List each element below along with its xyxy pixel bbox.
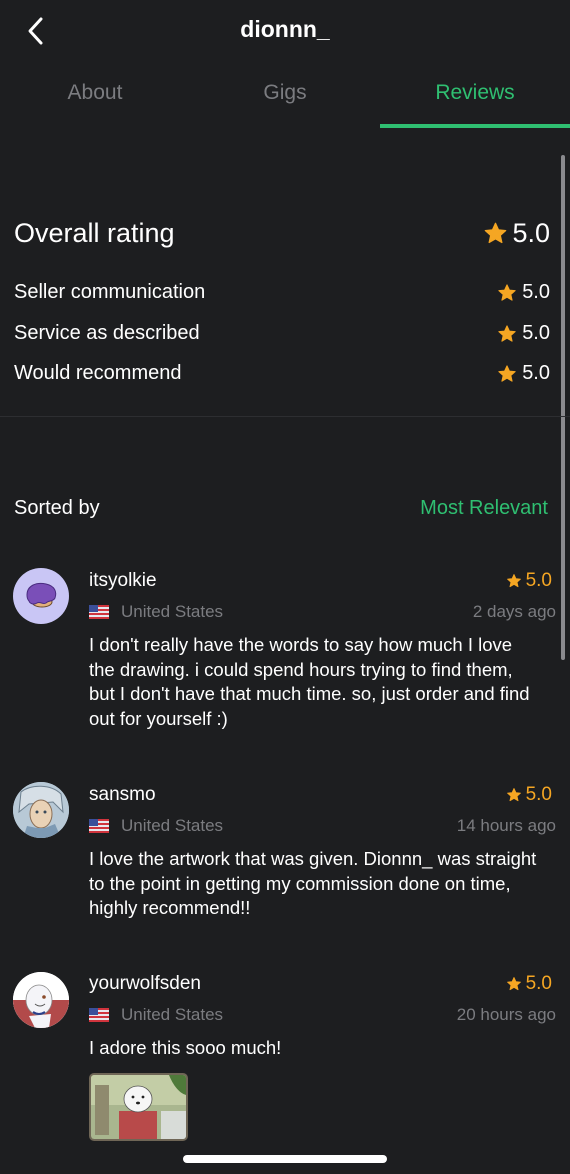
- avatar-image: [13, 782, 69, 838]
- sort-row: Sorted by Most Relevant: [14, 497, 548, 520]
- star-icon: [506, 787, 522, 803]
- tab-reviews[interactable]: Reviews: [380, 62, 570, 130]
- avatar-image: [13, 972, 69, 1028]
- us-flag-icon: [89, 605, 109, 619]
- rating-value: 5.0: [522, 362, 550, 384]
- sort-label: Sorted by: [14, 497, 100, 519]
- review-time: 14 hours ago: [456, 816, 556, 835]
- attachment-image: [91, 1075, 186, 1139]
- rating-row-would-recommend: Would recommend 5.0: [14, 362, 550, 385]
- overall-rating-row: Overall rating 5.0: [14, 218, 550, 249]
- rating-value-group: 5.0: [497, 322, 550, 345]
- rating-label: Seller communication: [14, 281, 206, 303]
- overall-rating-value: 5.0: [512, 218, 550, 248]
- star-icon: [497, 324, 517, 344]
- us-flag-icon: [89, 1008, 109, 1022]
- overall-rating-label: Overall rating: [14, 218, 175, 248]
- home-indicator[interactable]: [183, 1155, 387, 1163]
- header: dionnn_: [0, 0, 570, 62]
- us-flag-icon: [89, 819, 109, 833]
- country-name: United States: [121, 816, 224, 835]
- star-icon: [497, 283, 517, 303]
- review-rating: 5.0: [506, 973, 552, 995]
- rating-row-seller-communication: Seller communication 5.0: [14, 281, 550, 304]
- rating-row-service-as-described: Service as described 5.0: [14, 322, 550, 345]
- reviewer-name[interactable]: yourwolfsden: [89, 973, 201, 995]
- reviewer-name[interactable]: itsyolkie: [89, 570, 157, 592]
- avatar-image: [26, 582, 57, 608]
- review-text: I don't really have the words to say how…: [89, 634, 530, 729]
- review-text: I love the artwork that was given. Dionn…: [89, 848, 537, 918]
- country-name: United States: [121, 1005, 224, 1024]
- scrollbar[interactable]: [561, 155, 565, 660]
- review-rating: 5.0: [506, 570, 552, 592]
- reviewer-name[interactable]: sansmo: [89, 784, 156, 806]
- reviewer-country: United States: [89, 816, 223, 836]
- review-attachment-thumbnail[interactable]: [89, 1073, 188, 1141]
- review-rating-value: 5.0: [525, 784, 552, 805]
- reviewer-country: United States: [89, 602, 223, 622]
- rating-value-group: 5.0: [497, 362, 550, 385]
- page-title: dionnn_: [240, 16, 330, 42]
- rating-value: 5.0: [522, 322, 550, 344]
- reviews-screen: dionnn_ About Gigs Reviews Overall ratin…: [0, 0, 570, 1174]
- sort-dropdown[interactable]: Most Relevant: [420, 497, 548, 520]
- review-rating: 5.0: [506, 784, 552, 806]
- star-icon: [506, 976, 522, 992]
- review-text: I adore this sooo much!: [89, 1037, 282, 1058]
- review-rating-value: 5.0: [525, 570, 552, 591]
- star-icon: [497, 364, 517, 384]
- avatar[interactable]: [13, 568, 69, 624]
- rating-label: Service as described: [14, 322, 200, 344]
- star-icon: [506, 573, 522, 589]
- tab-about[interactable]: About: [0, 62, 190, 130]
- avatar[interactable]: [13, 972, 69, 1028]
- star-icon: [483, 221, 508, 246]
- tab-gigs[interactable]: Gigs: [190, 62, 380, 130]
- rating-label: Would recommend: [14, 362, 182, 384]
- rating-value: 5.0: [522, 281, 550, 303]
- review-time: 20 hours ago: [456, 1005, 556, 1024]
- reviewer-country: United States: [89, 1005, 223, 1025]
- country-name: United States: [121, 602, 224, 621]
- review-rating-value: 5.0: [525, 973, 552, 994]
- review-time: 2 days ago: [472, 602, 556, 621]
- overall-rating-value-group: 5.0: [483, 218, 550, 249]
- divider: [0, 416, 570, 417]
- rating-value-group: 5.0: [497, 281, 550, 304]
- tab-bar: About Gigs Reviews: [0, 62, 570, 130]
- avatar[interactable]: [13, 782, 69, 838]
